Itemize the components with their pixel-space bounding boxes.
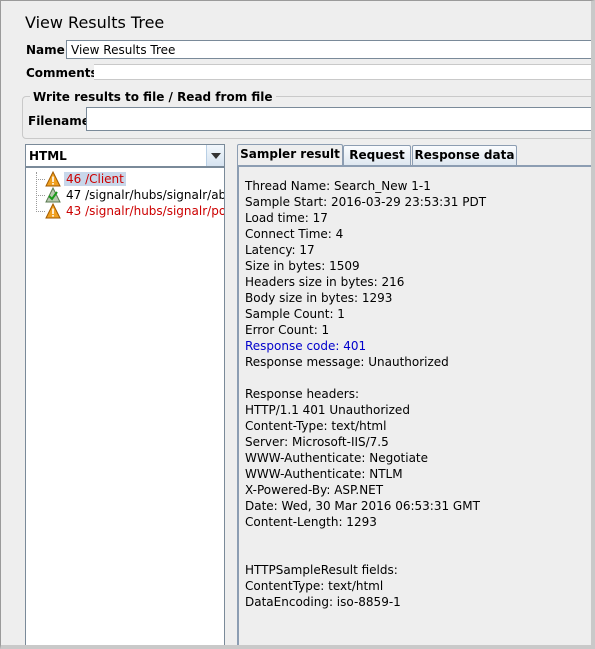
result-line: Connect Time: 4 <box>245 227 344 241</box>
result-line: HTTPSampleResult fields: <box>245 563 398 577</box>
tab-response-data[interactable]: Response data <box>412 145 517 166</box>
result-line: HTTP/1.1 401 Unauthorized <box>245 403 410 417</box>
filename-input[interactable] <box>86 107 591 131</box>
result-line: Body size in bytes: 1293 <box>245 291 393 305</box>
result-line: Date: Wed, 30 Mar 2016 06:53:31 GMT <box>245 499 480 513</box>
result-line: DataEncoding: iso-8859-1 <box>245 595 401 609</box>
result-line: Error Count: 1 <box>245 323 330 337</box>
tab-sampler-result[interactable]: Sampler result <box>237 144 343 167</box>
view-results-tree-panel: View Results Tree Name: View Results Tre… <box>0 0 595 649</box>
comments-field[interactable] <box>94 64 591 80</box>
comments-label: Comments: <box>26 66 103 80</box>
result-line: Response code: 401 <box>245 339 367 353</box>
results-tree: 46 /Client 47 /signalr/hubs/signalr/abor… <box>25 167 225 645</box>
result-line: Load time: 17 <box>245 211 328 225</box>
renderer-select[interactable]: HTML <box>25 144 225 167</box>
name-field[interactable]: View Results Tree <box>66 40 591 59</box>
result-line: Size in bytes: 1509 <box>245 259 360 273</box>
result-line: Response headers: <box>245 387 360 401</box>
renderer-selected-value: HTML <box>29 149 67 163</box>
result-line: Headers size in bytes: 216 <box>245 275 405 289</box>
warning-icon <box>45 171 61 187</box>
result-line: Latency: 17 <box>245 243 315 257</box>
result-line <box>245 546 486 562</box>
result-line: Thread Name: Search_New 1-1 <box>245 179 431 193</box>
result-line: X-Powered-By: ASP.NET <box>245 483 384 497</box>
result-line <box>245 530 486 546</box>
result-line <box>245 370 486 386</box>
tree-node-label: 46 /Client <box>64 172 126 186</box>
file-group-title: Write results to file / Read from file <box>30 90 276 104</box>
tree-node-label: 43 /signalr/hubs/signalr/poll? <box>66 204 225 218</box>
sampler-result-text: Thread Name: Search_New 1-1 Sample Start:… <box>245 178 486 610</box>
result-line: Content-Type: text/html <box>245 419 387 433</box>
result-line: Sample Count: 1 <box>245 307 345 321</box>
result-line: ContentType: text/html <box>245 579 384 593</box>
tab-request[interactable]: Request <box>343 145 411 166</box>
filename-label: Filename <box>28 114 90 128</box>
result-line: WWW-Authenticate: NTLM <box>245 467 403 481</box>
result-line: Content-Length: 1293 <box>245 515 377 529</box>
warning-icon <box>45 203 61 219</box>
result-line: Sample Start: 2016-03-29 23:53:31 PDT <box>245 195 487 209</box>
panel-title: View Results Tree <box>25 13 165 32</box>
result-line: Server: Microsoft-IIS/7.5 <box>245 435 389 449</box>
chevron-down-icon[interactable] <box>206 145 224 166</box>
result-line: Response message: Unauthorized <box>245 355 449 369</box>
success-icon <box>45 187 61 203</box>
name-label: Name: <box>26 43 70 57</box>
tree-connector <box>36 172 37 212</box>
tree-node-label: 47 /signalr/hubs/signalr/abor <box>66 188 225 202</box>
result-line: WWW-Authenticate: Negotiate <box>245 451 429 465</box>
